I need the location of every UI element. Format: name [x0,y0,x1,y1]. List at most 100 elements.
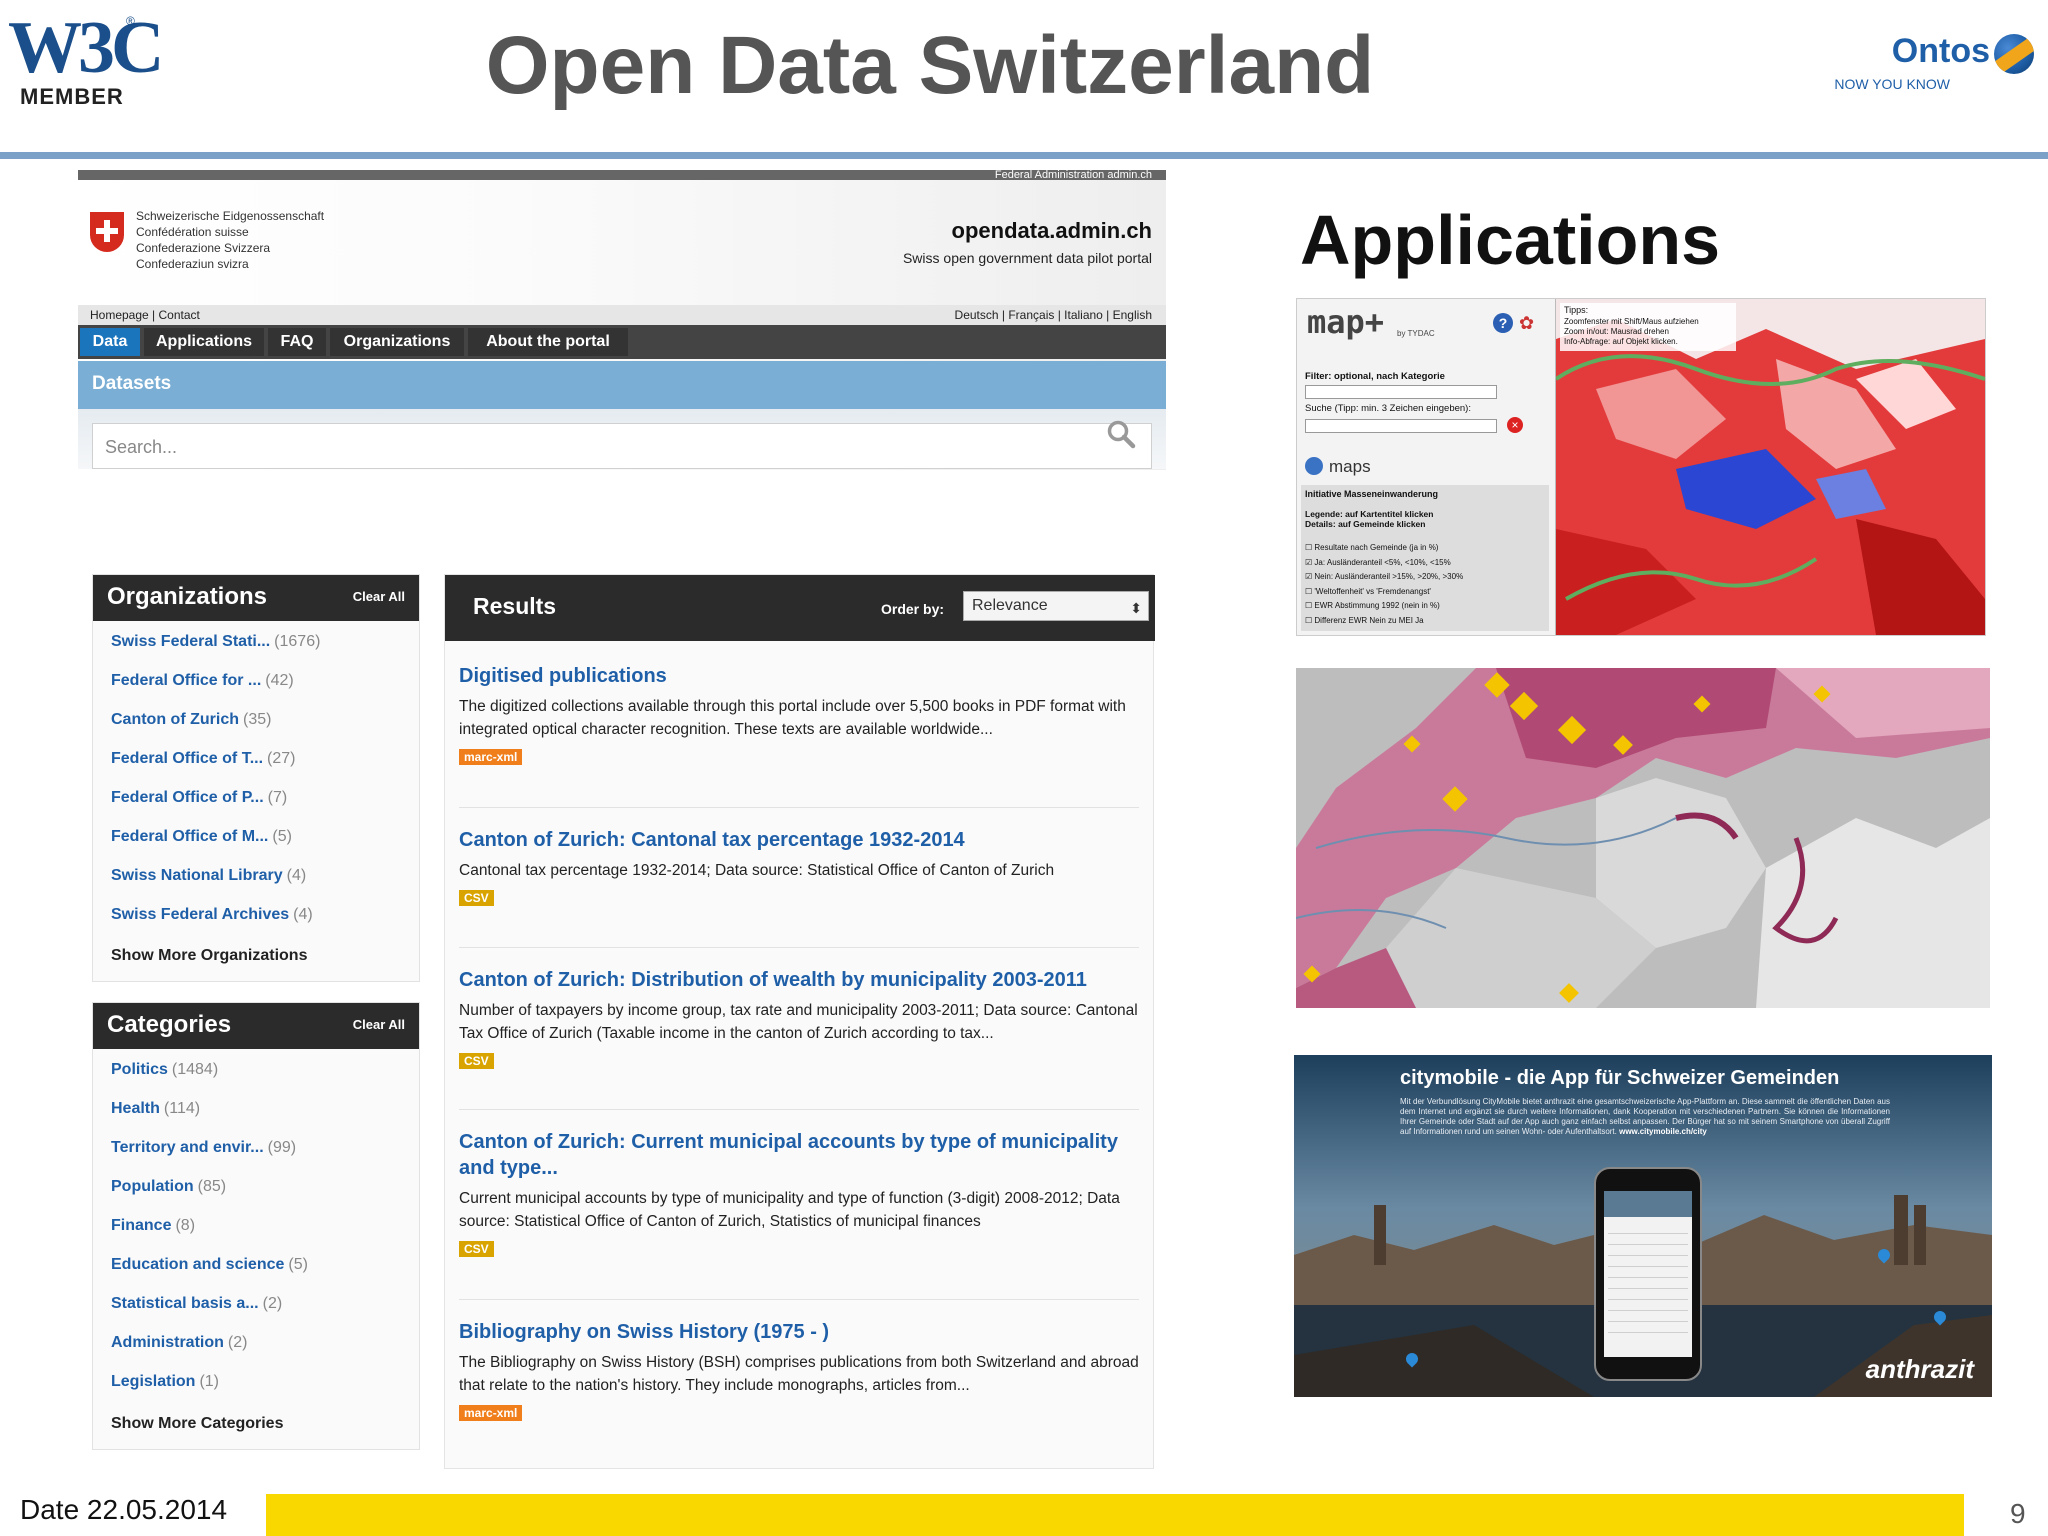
datasets-bar: Datasets [78,361,1166,409]
citymobile-body: Mit der Verbundlösung CityMobile bietet … [1400,1097,1890,1136]
tab-applications[interactable]: Applications [144,328,264,356]
help-icon[interactable]: ? [1493,313,1513,333]
search-label: Suche (Tipp: min. 3 Zeichen eingeben): [1305,403,1471,414]
ontos-globe-icon [1994,34,2034,74]
w3c-member-text: MEMBER [20,84,124,109]
filter-label: Filter: optional, nach Kategorie [1305,371,1445,382]
utility-links[interactable]: Homepage | Contact [90,305,200,325]
select-arrows-icon: ⬍ [1130,600,1142,616]
format-badge[interactable]: marc-xml [459,749,523,765]
result-item: Canton of Zurich: Current municipal acco… [459,1129,1139,1258]
search-input[interactable]: Search... [92,423,1152,469]
mapplus-app-screenshot: map+ by TYDAC ? ✿ Filter: optional, nach… [1296,298,1986,636]
result-description: The digitized collections available thro… [459,698,1126,738]
layer-item[interactable]: ☑ Ja: Ausländeranteil <5%, <10%, <15% [1305,556,1463,571]
category-item[interactable]: Education and science (5) [111,1256,308,1274]
result-title[interactable]: Bibliography on Swiss History (1975 - ) [459,1319,1139,1345]
maps-label: maps [1329,457,1371,476]
tab-about[interactable]: About the portal [468,328,628,356]
citymobile-url[interactable]: www.citymobile.ch/city [1619,1127,1707,1136]
confederation-line: Schweizerische Eidgenossenschaft [136,209,325,223]
referendum-map[interactable]: Tipps: Zoomfenster mit Shift/Maus aufzie… [1556,299,1985,635]
org-item[interactable]: Federal Office of M... (5) [111,828,292,846]
map-tips-line: Tipps: [1564,305,1588,315]
category-item[interactable]: Finance (8) [111,1217,195,1235]
categories-title: Categories [107,1011,232,1038]
result-title[interactable]: Canton of Zurich: Distribution of wealth… [459,967,1139,993]
smartphone-mockup [1594,1167,1702,1381]
category-item[interactable]: Territory and envir... (99) [111,1139,296,1157]
layer-item[interactable]: ☐ Resultate nach Gemeinde (ja in %) [1305,541,1463,556]
search-icon[interactable] [1106,419,1136,449]
swiss-relief-map[interactable] [1296,668,1990,1008]
categories-clear-button[interactable]: Clear All [353,1017,405,1032]
legend-line: Details: auf Gemeinde klicken [1305,519,1426,529]
maps-globe-icon [1305,457,1323,475]
phone-menu-list [1608,1223,1688,1343]
org-item[interactable]: Federal Office of T... (27) [111,750,295,768]
result-title[interactable]: Digitised publications [459,663,1139,689]
category-item[interactable]: Legislation (1) [111,1373,219,1391]
result-divider [459,807,1139,808]
main-navigation: Data Applications FAQ Organizations Abou… [78,325,1166,359]
category-item[interactable]: Administration (2) [111,1334,247,1352]
result-description: Current municipal accounts by type of mu… [459,1190,1120,1230]
page-number: 9 [2010,1498,2026,1529]
layer-item[interactable]: ☐ 'Weltoffenheit' vs 'Fremdenangst' [1305,585,1463,600]
layer-item[interactable]: ☑ Nein: Ausländeranteil >15%, >20%, >30% [1305,570,1463,585]
phone-screen-header [1604,1191,1692,1217]
category-item[interactable]: Politics (1484) [111,1061,218,1079]
tab-organizations[interactable]: Organizations [330,328,464,356]
show-more-categories-link[interactable]: Show More Categories [111,1415,283,1433]
organizations-title: Organizations [107,583,268,610]
mapplus-search-input[interactable] [1305,419,1497,433]
clear-search-icon[interactable]: × [1507,417,1523,433]
site-subtitle: Swiss open government data pilot portal [902,250,1152,266]
site-domain[interactable]: opendata.admin.ch [952,218,1152,244]
organizations-clear-button[interactable]: Clear All [353,589,405,604]
w3c-logo-text: W3C [8,7,164,89]
language-links[interactable]: Deutsch | Français | Italiano | English [955,305,1152,325]
layer-item[interactable]: ☐ EWR Abstimmung 1992 (nein in %) [1305,599,1463,614]
org-item[interactable]: Federal Office of P... (7) [111,789,287,807]
result-divider [459,1109,1139,1110]
swiss-cross-icon [90,212,124,252]
confederation-line: Confederaziun svizra [136,257,249,271]
ontos-logo: Ontos NOW YOU KNOW [1800,30,2040,100]
org-item[interactable]: Canton of Zurich (35) [111,711,271,729]
category-item[interactable]: Health (114) [111,1100,200,1118]
format-badge[interactable]: marc-xml [459,1405,523,1421]
order-by-select[interactable]: Relevance ⬍ [963,591,1149,621]
result-title[interactable]: Canton of Zurich: Current municipal acco… [459,1129,1139,1181]
tab-faq[interactable]: FAQ [268,328,326,356]
ontos-tagline: NOW YOU KNOW [1834,76,1950,92]
results-header: Results Order by: Relevance ⬍ [445,575,1155,641]
show-more-organizations-link[interactable]: Show More Organizations [111,947,307,965]
layer-item[interactable]: ☐ Differenz EWR Nein zu MEI Ja [1305,614,1463,629]
result-title[interactable]: Canton of Zurich: Cantonal tax percentag… [459,827,1139,853]
org-item[interactable]: Swiss National Library (4) [111,867,306,885]
map-tips-line: Zoom in/out: Mausrad drehen [1564,327,1669,336]
result-item: Bibliography on Swiss History (1975 - ) … [459,1319,1139,1422]
category-item[interactable]: Population (85) [111,1178,226,1196]
tools-icon[interactable]: ✿ [1519,313,1534,334]
anthrazit-logo: anthrazit [1865,1354,1974,1384]
format-badge[interactable]: CSV [459,890,494,906]
category-item[interactable]: Statistical basis a... (2) [111,1295,282,1313]
map-tips-line: Info-Abfrage: auf Objekt klicken. [1564,337,1678,346]
confederation-line: Confédération suisse [136,225,249,239]
filter-select[interactable] [1305,385,1497,399]
format-badge[interactable]: CSV [459,1241,494,1257]
org-item[interactable]: Swiss Federal Archives (4) [111,906,313,924]
format-badge[interactable]: CSV [459,1053,494,1069]
layer-title: Initiative Masseneinwanderung [1305,489,1439,499]
result-divider [459,947,1139,948]
org-item[interactable]: Swiss Federal Stati... (1676) [111,633,320,651]
org-item[interactable]: Federal Office for ... (42) [111,672,294,690]
citymobile-headline: citymobile - die App für Schweizer Gemei… [1400,1067,1840,1089]
w3c-member-logo: W3C ® MEMBER [8,8,164,109]
datasets-title: Datasets [92,373,172,394]
tab-data[interactable]: Data [80,328,140,356]
result-item: Canton of Zurich: Cantonal tax percentag… [459,827,1139,907]
phone-screen [1604,1191,1692,1357]
